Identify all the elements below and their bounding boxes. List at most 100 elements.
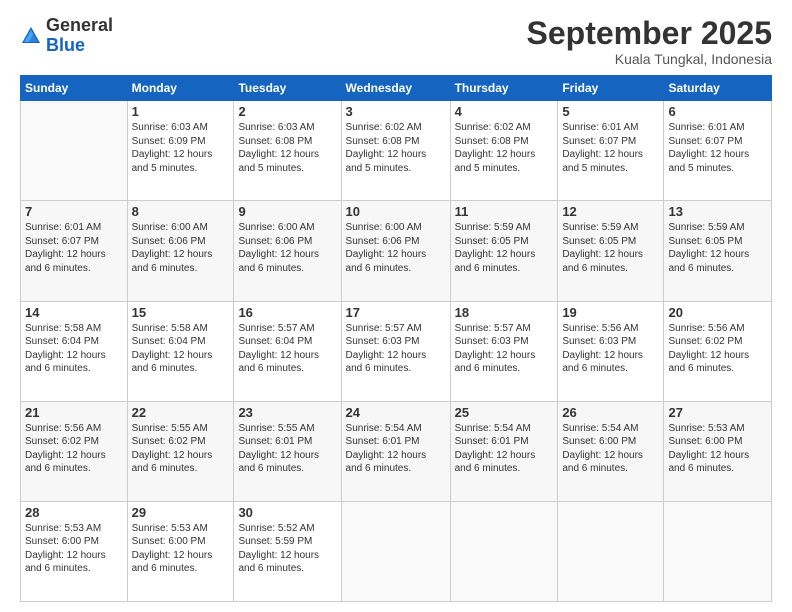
calendar-cell: 30Sunrise: 5:52 AMSunset: 5:59 PMDayligh… <box>234 501 341 601</box>
day-header-thursday: Thursday <box>450 76 558 101</box>
cell-info-text: Sunrise: 5:53 AMSunset: 6:00 PMDaylight:… <box>132 522 230 576</box>
cell-info-text: Sunrise: 6:01 AMSunset: 6:07 PMDaylight:… <box>668 121 767 175</box>
calendar-table: SundayMondayTuesdayWednesdayThursdayFrid… <box>20 75 772 602</box>
calendar-week-row: 14 Sunrise: 5:58 AMSunset: 6:04 PMDayligh… <box>21 301 772 401</box>
cell-info-text: Sunrise: 5:58 AMSunset: 6:04 PMDaylight:… <box>132 322 230 376</box>
cell-info-text: Sunrise: 5:59 AMSunset: 6:05 PMDaylight:… <box>455 221 554 275</box>
calendar-cell <box>558 501 664 601</box>
logo-icon <box>20 25 42 47</box>
calendar-cell: 6 Sunrise: 6:01 AMSunset: 6:07 PMDaylight… <box>664 101 772 201</box>
calendar-cell: 14 Sunrise: 5:58 AMSunset: 6:04 PMDayligh… <box>21 301 128 401</box>
cell-day-number: 2 <box>238 104 336 119</box>
cell-day-number: 11 <box>455 204 554 219</box>
cell-info-text: Sunrise: 5:59 AMSunset: 6:05 PMDaylight:… <box>668 221 767 275</box>
calendar-cell: 1 Sunrise: 6:03 AMSunset: 6:09 PMDaylight… <box>127 101 234 201</box>
logo-blue-text: Blue <box>46 36 113 56</box>
calendar-cell: 12 Sunrise: 5:59 AMSunset: 6:05 PMDayligh… <box>558 201 664 301</box>
calendar-cell: 9 Sunrise: 6:00 AMSunset: 6:06 PMDaylight… <box>234 201 341 301</box>
calendar-cell: 15 Sunrise: 5:58 AMSunset: 6:04 PMDayligh… <box>127 301 234 401</box>
cell-info-text: Sunrise: 5:56 AMSunset: 6:03 PMDaylight:… <box>562 322 659 376</box>
calendar-cell <box>341 501 450 601</box>
calendar-cell: 25 Sunrise: 5:54 AMSunset: 6:01 PMDayligh… <box>450 401 558 501</box>
day-header-tuesday: Tuesday <box>234 76 341 101</box>
calendar-cell: 20 Sunrise: 5:56 AMSunset: 6:02 PMDayligh… <box>664 301 772 401</box>
cell-info-text: Sunrise: 5:57 AMSunset: 6:03 PMDaylight:… <box>455 322 554 376</box>
cell-info-text: Sunrise: 5:57 AMSunset: 6:03 PMDaylight:… <box>346 322 446 376</box>
cell-info-text: Sunrise: 6:00 AMSunset: 6:06 PMDaylight:… <box>346 221 446 275</box>
cell-day-number: 17 <box>346 305 446 320</box>
cell-day-number: 14 <box>25 305 123 320</box>
calendar-week-row: 28 Sunrise: 5:53 AMSunset: 6:00 PMDayligh… <box>21 501 772 601</box>
cell-info-text: Sunrise: 5:58 AMSunset: 6:04 PMDaylight:… <box>25 322 123 376</box>
cell-day-number: 30 <box>238 505 336 520</box>
cell-day-number: 18 <box>455 305 554 320</box>
day-header-friday: Friday <box>558 76 664 101</box>
cell-info-text: Sunrise: 5:55 AMSunset: 6:02 PMDaylight:… <box>132 422 230 476</box>
cell-day-number: 22 <box>132 405 230 420</box>
calendar-cell <box>450 501 558 601</box>
logo-general-text: General <box>46 16 113 36</box>
cell-info-text: Sunrise: 6:01 AMSunset: 6:07 PMDaylight:… <box>562 121 659 175</box>
calendar-cell: 18 Sunrise: 5:57 AMSunset: 6:03 PMDayligh… <box>450 301 558 401</box>
logo: General Blue <box>20 16 113 56</box>
calendar-cell: 28 Sunrise: 5:53 AMSunset: 6:00 PMDayligh… <box>21 501 128 601</box>
title-area: September 2025 Kuala Tungkal, Indonesia <box>527 16 772 67</box>
cell-day-number: 27 <box>668 405 767 420</box>
calendar-cell <box>21 101 128 201</box>
cell-day-number: 29 <box>132 505 230 520</box>
cell-info-text: Sunrise: 5:54 AMSunset: 6:01 PMDaylight:… <box>346 422 446 476</box>
cell-info-text: Sunrise: 5:53 AMSunset: 6:00 PMDaylight:… <box>25 522 123 576</box>
cell-info-text: Sunrise: 6:02 AMSunset: 6:08 PMDaylight:… <box>346 121 446 175</box>
cell-day-number: 19 <box>562 305 659 320</box>
calendar-cell: 13Sunrise: 5:59 AMSunset: 6:05 PMDayligh… <box>664 201 772 301</box>
calendar-cell: 11 Sunrise: 5:59 AMSunset: 6:05 PMDayligh… <box>450 201 558 301</box>
calendar-header-row: SundayMondayTuesdayWednesdayThursdayFrid… <box>21 76 772 101</box>
cell-day-number: 4 <box>455 104 554 119</box>
cell-day-number: 6 <box>668 104 767 119</box>
cell-day-number: 24 <box>346 405 446 420</box>
calendar-cell: 16 Sunrise: 5:57 AMSunset: 6:04 PMDayligh… <box>234 301 341 401</box>
cell-info-text: Sunrise: 5:56 AMSunset: 6:02 PMDaylight:… <box>668 322 767 376</box>
cell-day-number: 7 <box>25 204 123 219</box>
cell-day-number: 25 <box>455 405 554 420</box>
cell-day-number: 9 <box>238 204 336 219</box>
day-header-saturday: Saturday <box>664 76 772 101</box>
cell-info-text: Sunrise: 6:02 AMSunset: 6:08 PMDaylight:… <box>455 121 554 175</box>
calendar-cell: 8Sunrise: 6:00 AMSunset: 6:06 PMDaylight… <box>127 201 234 301</box>
cell-info-text: Sunrise: 5:54 AMSunset: 6:01 PMDaylight:… <box>455 422 554 476</box>
cell-day-number: 5 <box>562 104 659 119</box>
calendar-cell: 17 Sunrise: 5:57 AMSunset: 6:03 PMDayligh… <box>341 301 450 401</box>
cell-day-number: 15 <box>132 305 230 320</box>
cell-day-number: 12 <box>562 204 659 219</box>
cell-day-number: 1 <box>132 104 230 119</box>
cell-info-text: Sunrise: 5:57 AMSunset: 6:04 PMDaylight:… <box>238 322 336 376</box>
cell-day-number: 3 <box>346 104 446 119</box>
day-header-wednesday: Wednesday <box>341 76 450 101</box>
cell-info-text: Sunrise: 5:53 AMSunset: 6:00 PMDaylight:… <box>668 422 767 476</box>
cell-info-text: Sunrise: 5:54 AMSunset: 6:00 PMDaylight:… <box>562 422 659 476</box>
cell-info-text: Sunrise: 6:03 AMSunset: 6:08 PMDaylight:… <box>238 121 336 175</box>
calendar-week-row: 21Sunrise: 5:56 AMSunset: 6:02 PMDayligh… <box>21 401 772 501</box>
cell-day-number: 20 <box>668 305 767 320</box>
cell-day-number: 23 <box>238 405 336 420</box>
cell-day-number: 28 <box>25 505 123 520</box>
cell-info-text: Sunrise: 5:55 AMSunset: 6:01 PMDaylight:… <box>238 422 336 476</box>
calendar-week-row: 1 Sunrise: 6:03 AMSunset: 6:09 PMDaylight… <box>21 101 772 201</box>
cell-info-text: Sunrise: 6:01 AMSunset: 6:07 PMDaylight:… <box>25 221 123 275</box>
calendar-cell <box>664 501 772 601</box>
cell-day-number: 16 <box>238 305 336 320</box>
location-subtitle: Kuala Tungkal, Indonesia <box>527 51 772 67</box>
cell-info-text: Sunrise: 6:03 AMSunset: 6:09 PMDaylight:… <box>132 121 230 175</box>
day-header-sunday: Sunday <box>21 76 128 101</box>
calendar-cell: 3 Sunrise: 6:02 AMSunset: 6:08 PMDaylight… <box>341 101 450 201</box>
cell-day-number: 10 <box>346 204 446 219</box>
calendar-cell: 27 Sunrise: 5:53 AMSunset: 6:00 PMDayligh… <box>664 401 772 501</box>
cell-info-text: Sunrise: 5:59 AMSunset: 6:05 PMDaylight:… <box>562 221 659 275</box>
calendar-week-row: 7 Sunrise: 6:01 AMSunset: 6:07 PMDaylight… <box>21 201 772 301</box>
cell-day-number: 26 <box>562 405 659 420</box>
cell-info-text: Sunrise: 6:00 AMSunset: 6:06 PMDaylight:… <box>238 221 336 275</box>
calendar-cell: 22 Sunrise: 5:55 AMSunset: 6:02 PMDayligh… <box>127 401 234 501</box>
calendar-cell: 21Sunrise: 5:56 AMSunset: 6:02 PMDayligh… <box>21 401 128 501</box>
calendar-cell: 4 Sunrise: 6:02 AMSunset: 6:08 PMDaylight… <box>450 101 558 201</box>
calendar-cell: 2 Sunrise: 6:03 AMSunset: 6:08 PMDaylight… <box>234 101 341 201</box>
